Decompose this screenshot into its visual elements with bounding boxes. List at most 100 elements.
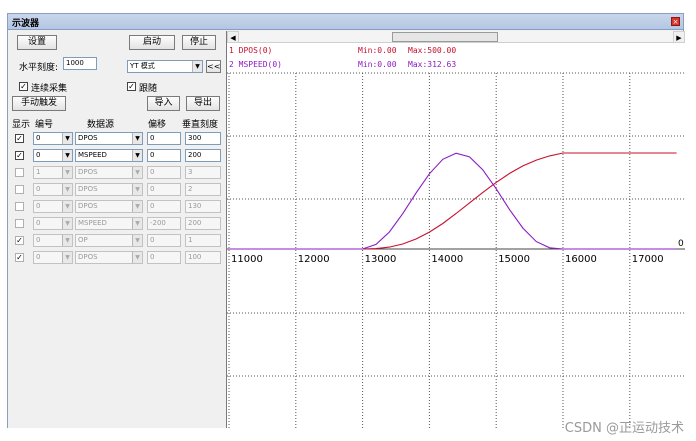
row-source-select[interactable]: DPOS ▼ (75, 251, 143, 264)
row-offset-input[interactable]: 0 (147, 183, 181, 196)
x-tick-label: 17000 (632, 254, 664, 265)
scrollbar-thumb[interactable] (392, 32, 498, 42)
row-source-select[interactable]: DPOS ▼ (75, 132, 143, 145)
chevron-down-icon: ▼ (62, 218, 72, 229)
row-vscale-input[interactable]: 100 (185, 251, 221, 264)
row-source-select[interactable]: MSPEED ▼ (75, 217, 143, 230)
row-number-select[interactable]: 0 ▼ (33, 234, 73, 247)
row-source-select[interactable]: DPOS ▼ (75, 166, 143, 179)
row-vscale-input[interactable]: 3 (185, 166, 221, 179)
row-offset-input[interactable]: 0 (147, 166, 181, 179)
start-button[interactable]: 启动 (129, 35, 175, 50)
row-source-select[interactable]: DPOS ▼ (75, 183, 143, 196)
row-number-select[interactable]: 0 ▼ (33, 183, 73, 196)
row-source-select[interactable]: MSPEED ▼ (75, 149, 143, 162)
mode-select[interactable]: YT 模式 ▼ (127, 60, 203, 73)
row-source-value: DPOS (78, 134, 98, 142)
chevron-down-icon: ▼ (132, 133, 142, 144)
row-display-checkbox[interactable]: ✓ (15, 134, 24, 143)
row-vscale-input[interactable]: 300 (185, 132, 221, 145)
legend-series-2-min: Min:0.00 (358, 60, 397, 69)
row-source-value: DPOS (78, 253, 98, 261)
import-button[interactable]: 导入 (147, 96, 180, 111)
row-number-select[interactable]: 0 ▼ (33, 217, 73, 230)
header-offset: 偏移 (148, 120, 167, 130)
row-source-select[interactable]: DPOS ▼ (75, 200, 143, 213)
stop-button[interactable]: 停止 (182, 35, 216, 50)
row-number-value: 0 (36, 219, 41, 227)
title-bar: 示波器 × (8, 14, 683, 30)
continuous-label: 连续采集 (31, 84, 68, 94)
row-display-checkbox[interactable]: ✓ (15, 253, 24, 262)
row-display-checkbox[interactable] (15, 219, 24, 228)
row-source-value: MSPEED (78, 219, 107, 227)
row-offset-input[interactable]: 0 (147, 132, 181, 145)
header-source: 数据源 (87, 120, 115, 130)
chevron-down-icon: ▼ (132, 150, 142, 161)
row-display-checkbox[interactable]: ✓ (15, 236, 24, 245)
chevron-down-icon: ▼ (132, 201, 142, 212)
oscilloscope-window: 示波器 × 设置 启动 停止 水平刻度: 1000 YT 模式 ▼ << ✓ 连… (7, 13, 685, 428)
chevron-down-icon: ▼ (62, 167, 72, 178)
row-source-value: MSPEED (78, 151, 107, 159)
row-offset-input[interactable]: 0 (147, 251, 181, 264)
chevron-down-icon: ▼ (62, 235, 72, 246)
row-number-select[interactable]: 0 ▼ (33, 149, 73, 162)
control-panel: 设置 启动 停止 水平刻度: 1000 YT 模式 ▼ << ✓ 连续采集 ✓ … (8, 31, 226, 428)
row-offset-input[interactable]: 0 (147, 234, 181, 247)
legend-series-1-name: 1 DPOS(0) (229, 46, 273, 55)
follow-checkbox[interactable]: ✓ (127, 82, 136, 91)
header-display: 显示 (12, 120, 31, 130)
scroll-left-icon[interactable]: ◀ (227, 31, 239, 43)
chevron-down-icon: ▼ (62, 184, 72, 195)
scroll-right-icon[interactable]: ▶ (673, 31, 685, 43)
row-number-select[interactable]: 0 ▼ (33, 132, 73, 145)
row-number-select[interactable]: 0 ▼ (33, 251, 73, 264)
row-vscale-input[interactable]: 200 (185, 217, 221, 230)
x-tick-label: 11000 (231, 254, 263, 265)
watermark: CSDN @正运动技术 (564, 421, 684, 436)
collapse-button[interactable]: << (206, 60, 221, 73)
row-offset-input[interactable]: -200 (147, 217, 181, 230)
x-tick-label: 16000 (565, 254, 597, 265)
row-display-checkbox[interactable] (15, 185, 24, 194)
close-button[interactable]: × (671, 17, 680, 26)
row-display-checkbox[interactable] (15, 202, 24, 211)
header-vscale: 垂直刻度 (182, 120, 219, 130)
row-number-select[interactable]: 1 ▼ (33, 166, 73, 179)
follow-label: 跟随 (139, 84, 158, 94)
row-display-checkbox[interactable] (15, 168, 24, 177)
manual-trigger-button[interactable]: 手动触发 (12, 96, 66, 111)
legend-series-1-min: Min:0.00 (358, 46, 397, 55)
row-number-value: 0 (36, 185, 41, 193)
row-display-checkbox[interactable]: ✓ (15, 151, 24, 160)
row-vscale-input[interactable]: 2 (185, 183, 221, 196)
row-vscale-input[interactable]: 1 (185, 234, 221, 247)
row-offset-input[interactable]: 0 (147, 200, 181, 213)
row-vscale-input[interactable]: 200 (185, 149, 221, 162)
row-offset-input[interactable]: 0 (147, 149, 181, 162)
row-source-value: DPOS (78, 168, 98, 176)
zero-label: 0 (678, 239, 684, 249)
legend-series-2-name: 2 MSPEED(0) (229, 60, 282, 69)
chevron-down-icon: ▼ (62, 150, 72, 161)
legend-series-1-max: Max:500.00 (408, 46, 457, 55)
legend-series-2-max: Max:312.63 (408, 60, 457, 69)
x-tick-label: 12000 (298, 254, 330, 265)
chevron-down-icon: ▼ (192, 61, 202, 72)
h-scale-label: 水平刻度: (19, 63, 59, 73)
settings-button[interactable]: 设置 (17, 35, 57, 50)
continuous-checkbox[interactable]: ✓ (19, 82, 28, 91)
horizontal-scrollbar[interactable]: ◀ ▶ (227, 31, 685, 43)
window-title: 示波器 (12, 19, 40, 29)
row-source-select[interactable]: OP ▼ (75, 234, 143, 247)
export-button[interactable]: 导出 (186, 96, 220, 111)
row-number-value: 0 (36, 253, 41, 261)
x-tick-label: 13000 (365, 254, 397, 265)
row-vscale-input[interactable]: 130 (185, 200, 221, 213)
series-line-2 (229, 152, 677, 250)
h-scale-input[interactable]: 1000 (63, 57, 97, 70)
chevron-down-icon: ▼ (62, 201, 72, 212)
row-number-select[interactable]: 0 ▼ (33, 200, 73, 213)
row-number-value: 0 (36, 151, 41, 159)
